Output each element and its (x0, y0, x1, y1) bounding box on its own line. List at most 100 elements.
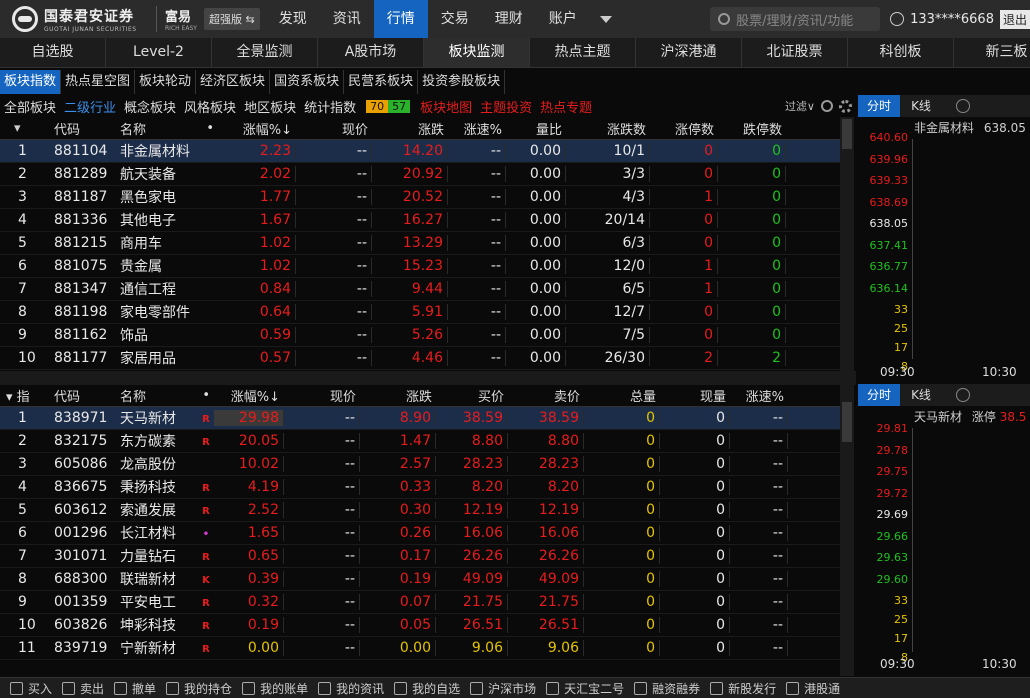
cat-concept[interactable]: 概念板块 (120, 97, 180, 116)
tab-a-share[interactable]: A股市场 (318, 38, 424, 67)
col-name[interactable]: 名称 (114, 386, 200, 405)
cat-stat[interactable]: 统计指数 (300, 97, 360, 116)
cat-style[interactable]: 风格板块 (180, 97, 240, 116)
tab-panorama[interactable]: 全景监测 (212, 38, 318, 67)
table-row[interactable]: 6 881075 贵金属 1.02 -- 15.23 -- 0.00 12/0 1 0 (0, 255, 840, 278)
stock-scrollbar[interactable] (840, 384, 854, 676)
tab-kline[interactable]: K线 (900, 95, 942, 117)
history-clock-icon[interactable] (956, 388, 970, 402)
table-row[interactable]: 11 839719 宁新新材 R 0.00 -- 0.00 9.06 9.06 0 0 -- (0, 637, 840, 660)
more-dropdown-icon[interactable] (599, 15, 612, 23)
search-input[interactable]: 股票/理财/资讯/功能 (710, 7, 881, 31)
search-icon[interactable] (821, 100, 833, 112)
nav-account[interactable]: 账户 (536, 0, 590, 38)
subtab-economic-zone[interactable]: 经济区板块 (196, 70, 271, 94)
history-clock-icon[interactable] (956, 99, 970, 113)
table-row[interactable]: 6 001296 长江材料 • 1.65 -- 0.26 16.06 16.06 0 0 -- (0, 522, 840, 545)
table-row[interactable]: 2 881289 航天装备 2.02 -- 20.92 -- 0.00 3/3 0 0 (0, 163, 840, 186)
col-total-vol[interactable]: 总量 (584, 386, 660, 405)
cat-level2[interactable]: 二级行业 (60, 97, 120, 116)
tab-bse[interactable]: 北证股票 (742, 38, 848, 67)
cat-all[interactable]: 全部板块 (0, 97, 60, 116)
subtab-sector-index[interactable]: 板块指数 (0, 70, 62, 94)
table-row[interactable]: 8 688300 联瑞新材 K 0.39 -- 0.19 49.09 49.09 0 0 -- (0, 568, 840, 591)
col-name[interactable]: 名称 (114, 119, 200, 138)
col-speed[interactable]: 涨速% (730, 386, 788, 405)
tab-level2[interactable]: Level-2 (106, 38, 212, 67)
nav-discover[interactable]: 发现 (266, 0, 320, 38)
table-row[interactable]: 3 881187 黑色家电 1.77 -- 20.52 -- 0.00 4/3 1 0 (0, 186, 840, 209)
col-limit-down[interactable]: 跌停数 (718, 119, 786, 138)
col-change-pct[interactable]: 涨幅%↓ (214, 386, 284, 405)
col-diff[interactable]: 涨跌 (372, 119, 448, 138)
table-row[interactable]: 10 881177 家居用品 0.57 -- 4.46 -- 0.00 26/30 2 2 (0, 347, 840, 370)
link-sector-map[interactable]: 板块地图 (416, 97, 476, 116)
table-row[interactable]: 1 838971 天马新材 R 29.98 -- 8.90 38.59 38.59 0 0 -- (0, 407, 840, 430)
toolbar-shsz-market-button[interactable]: 沪深市场 (470, 680, 536, 697)
col-price[interactable]: 现价 (296, 119, 372, 138)
nav-trade[interactable]: 交易 (428, 0, 482, 38)
tab-hot-topics[interactable]: 热点主题 (530, 38, 636, 67)
subtab-private[interactable]: 民营系板块 (344, 70, 419, 94)
tab-intraday[interactable]: 分时 (858, 384, 900, 406)
cat-region[interactable]: 地区板块 (240, 97, 300, 116)
nav-market[interactable]: 行情 (373, 0, 428, 38)
logout-button[interactable]: 退出 (999, 9, 1030, 29)
toolbar-news-button[interactable]: 我的资讯 (318, 680, 384, 697)
col-cur-vol[interactable]: 现量 (660, 386, 730, 405)
edition-switch[interactable]: 超强版 ⇆ (204, 8, 260, 30)
subtab-rotation[interactable]: 板块轮动 (135, 70, 197, 94)
table-row[interactable]: 9 881162 饰品 0.59 -- 5.26 -- 0.00 7/5 0 0 (0, 324, 840, 347)
toolbar-ipo-button[interactable]: 新股发行 (710, 680, 776, 697)
settings-gear-icon[interactable] (839, 99, 852, 113)
col-diff[interactable]: 涨跌 (360, 386, 436, 405)
link-hot-topic[interactable]: 热点专题 (536, 97, 596, 116)
sort-arrow-icon[interactable]: ▾ (0, 121, 48, 136)
table-row[interactable]: 5 603612 索通发展 R 2.52 -- 0.30 12.19 12.19 0 0 -- (0, 499, 840, 522)
toolbar-buy-button[interactable]: 买入 (10, 680, 52, 697)
subtab-starmap[interactable]: 热点星空图 (61, 70, 136, 94)
toolbar-margin-button[interactable]: 融资融券 (634, 680, 700, 697)
col-bid[interactable]: 买价 (436, 386, 508, 405)
table-row[interactable]: 4 836675 秉扬科技 R 4.19 -- 0.33 8.20 8.20 0 0 -- (0, 476, 840, 499)
col-price[interactable]: 现价 (284, 386, 360, 405)
col-index[interactable]: ▾ 指 (0, 386, 48, 405)
subtab-state-owned[interactable]: 国资系板块 (270, 70, 345, 94)
table-row[interactable]: 3 605086 龙高股份 10.02 -- 2.57 28.23 28.23 0 0 -- (0, 453, 840, 476)
tab-kline[interactable]: K线 (900, 384, 942, 406)
nav-news[interactable]: 资讯 (320, 0, 374, 38)
tab-watchlist[interactable]: 自选股 (0, 38, 106, 67)
col-limit-up[interactable]: 涨停数 (650, 119, 718, 138)
toolbar-cancel-button[interactable]: 撤单 (114, 680, 156, 697)
tab-neeq[interactable]: 新三板 (954, 38, 1030, 67)
table-row[interactable]: 8 881198 家电零部件 0.64 -- 5.91 -- 0.00 12/7 0 0 (0, 301, 840, 324)
table-row[interactable]: 1 881104 非金属材料 2.23 -- 14.20 -- 0.00 10/1 0 0 (0, 140, 840, 163)
col-updown[interactable]: 涨跌数 (566, 119, 650, 138)
col-change-pct[interactable]: 涨幅%↓ (218, 119, 296, 138)
col-ask[interactable]: 卖价 (508, 386, 584, 405)
table-row[interactable]: 4 881336 其他电子 1.67 -- 16.27 -- 0.00 20/14 0 0 (0, 209, 840, 232)
table-row[interactable]: 10 603826 坤彩科技 R 0.19 -- 0.05 26.51 26.51 0 0 -- (0, 614, 840, 637)
table-row[interactable]: 2 832175 东方碳素 R 20.05 -- 1.47 8.80 8.80 0 0 -- (0, 430, 840, 453)
toolbar-tianhuibao-button[interactable]: 天汇宝二号 (546, 680, 624, 697)
toolbar-watchlist-button[interactable]: 我的自选 (394, 680, 460, 697)
table-row[interactable]: 9 001359 平安电工 R 0.32 -- 0.07 21.75 21.75 0 0 -- (0, 591, 840, 614)
nav-finance[interactable]: 理财 (482, 0, 536, 38)
toolbar-statement-button[interactable]: 我的账单 (242, 680, 308, 697)
tab-intraday[interactable]: 分时 (858, 95, 900, 117)
col-vol-ratio[interactable]: 量比 (506, 119, 566, 138)
toolbar-hk-connect-button[interactable]: 港股通 (786, 680, 840, 697)
col-speed[interactable]: 涨速% (448, 119, 506, 138)
toolbar-sell-button[interactable]: 卖出 (62, 680, 104, 697)
table-row[interactable]: 7 301071 力量钻石 R 0.65 -- 0.17 26.26 26.26 0 0 -- (0, 545, 840, 568)
subtab-investment[interactable]: 投资参股板块 (418, 70, 506, 94)
user-account[interactable]: 133****6668 退出 (890, 9, 1030, 29)
tab-star[interactable]: 科创板 (848, 38, 954, 67)
tab-sector-monitor[interactable]: 板块监测 (424, 38, 530, 67)
table-row[interactable]: 7 881347 通信工程 0.84 -- 9.44 -- 0.00 6/5 1 0 (0, 278, 840, 301)
sector-scrollbar[interactable] (840, 117, 854, 371)
filter-dropdown[interactable]: 过滤∨ (785, 98, 815, 114)
col-code[interactable]: 代码 (48, 386, 114, 405)
table-row[interactable]: 5 881215 商用车 1.02 -- 13.29 -- 0.00 6/3 0 0 (0, 232, 840, 255)
tab-connect[interactable]: 沪深港通 (636, 38, 742, 67)
